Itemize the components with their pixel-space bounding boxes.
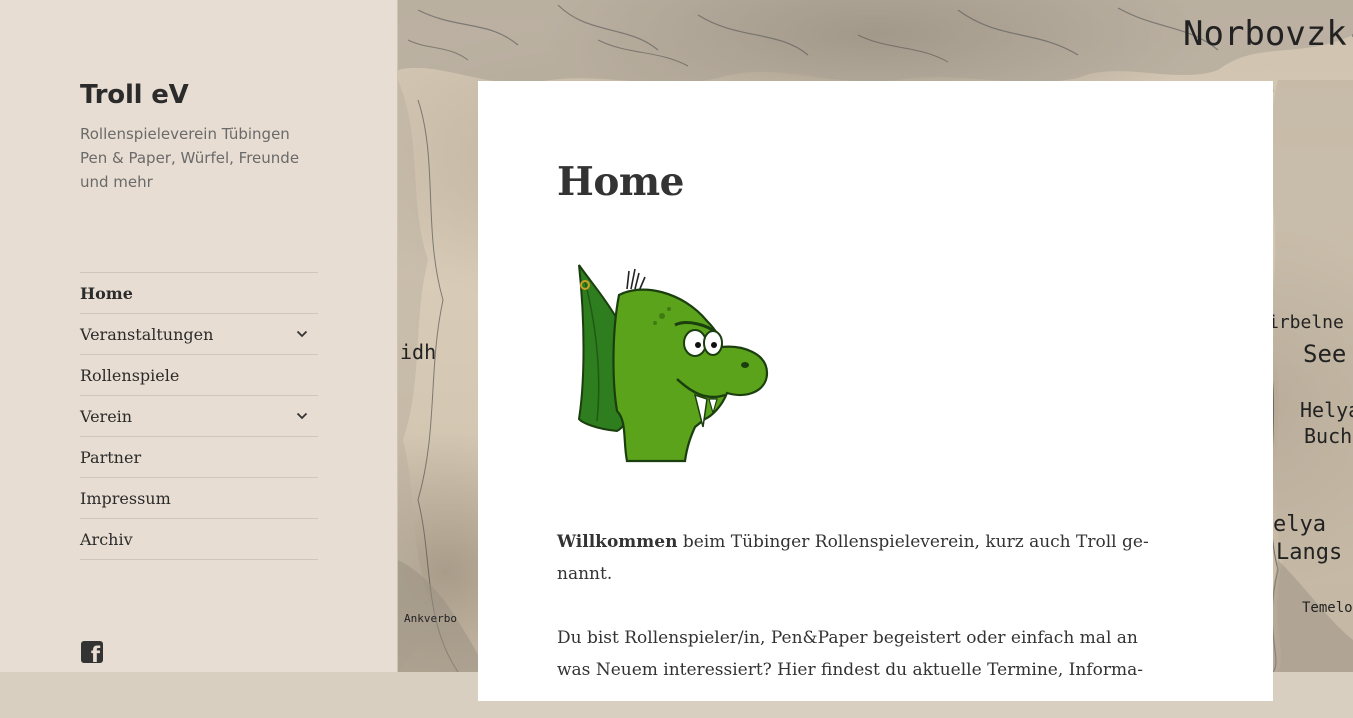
page-title: Home [557,159,684,205]
troll-mascot-image [577,264,769,463]
map-label: elya [1273,512,1326,537]
chevron-down-icon[interactable] [288,402,316,430]
nav-item-veranstaltungen[interactable]: Veranstaltungen [80,314,318,355]
site-description-line: Pen & Paper, Würfel, Freunde [80,149,300,167]
nav-item-rollenspiele[interactable]: Rollenspiele [80,355,318,396]
main-navigation: Home Veranstaltungen Rollenspiele Verein… [80,272,318,560]
sidebar: Troll eV Rollenspieleverein Tübingen Pen… [0,0,398,672]
nav-item-label: Archiv [80,529,133,549]
map-label: See [1303,340,1347,368]
nav-item-label: Rollenspiele [80,365,180,385]
nav-item-label: Verein [80,406,133,426]
paragraph-text: was Neuem interessiert? Hier findest du … [557,660,1143,680]
map-label: Helya [1300,398,1353,422]
site-title-link[interactable]: Troll eV [80,80,189,110]
chevron-down-icon[interactable] [288,320,316,348]
paragraph-text: beim Tübinger Rollenspieleverein, kurz a… [677,532,1149,552]
facebook-icon[interactable]: f [81,641,103,663]
map-label: idh [400,340,437,364]
map-label: Temelo [1302,600,1353,616]
nav-item-home[interactable]: Home [80,273,318,314]
site-description-line: und mehr [80,173,153,191]
site-description: Rollenspieleverein Tübingen Pen & Paper,… [80,122,320,194]
nav-item-label: Veranstaltungen [80,324,214,344]
nav-item-archiv[interactable]: Archiv [80,519,318,560]
entry-content: Willkommen beim Tübinger Rollenspielever… [557,526,1194,718]
nav-item-label: Home [80,283,133,303]
intro-paragraph: Willkommen beim Tübinger Rollenspielever… [557,526,1194,590]
map-label: Bucht [1304,424,1353,448]
paragraph-text: nannt. [557,564,613,584]
nav-item-verein[interactable]: Verein [80,396,318,437]
nav-item-partner[interactable]: Partner [80,437,318,478]
map-label: Ankverbo [404,612,457,625]
site-description-line: Rollenspieleverein Tübingen [80,125,290,143]
nav-item-label: Impressum [80,488,171,508]
paragraph-text: Du bist Rollenspieler/in, Pen&Paper bege… [557,628,1138,648]
main-article: Home Willkommen beim Tübinger Rollenspie… [478,81,1273,701]
map-label: Norbovzk- [1183,14,1353,54]
nav-item-label: Partner [80,447,142,467]
welcome-strong-text: Willkommen [557,532,678,552]
nav-item-impressum[interactable]: Impressum [80,478,318,519]
map-label: irbelne [1268,312,1344,333]
map-label: Langs [1276,540,1343,565]
body-paragraph: Du bist Rollenspieler/in, Pen&Paper bege… [557,622,1194,686]
